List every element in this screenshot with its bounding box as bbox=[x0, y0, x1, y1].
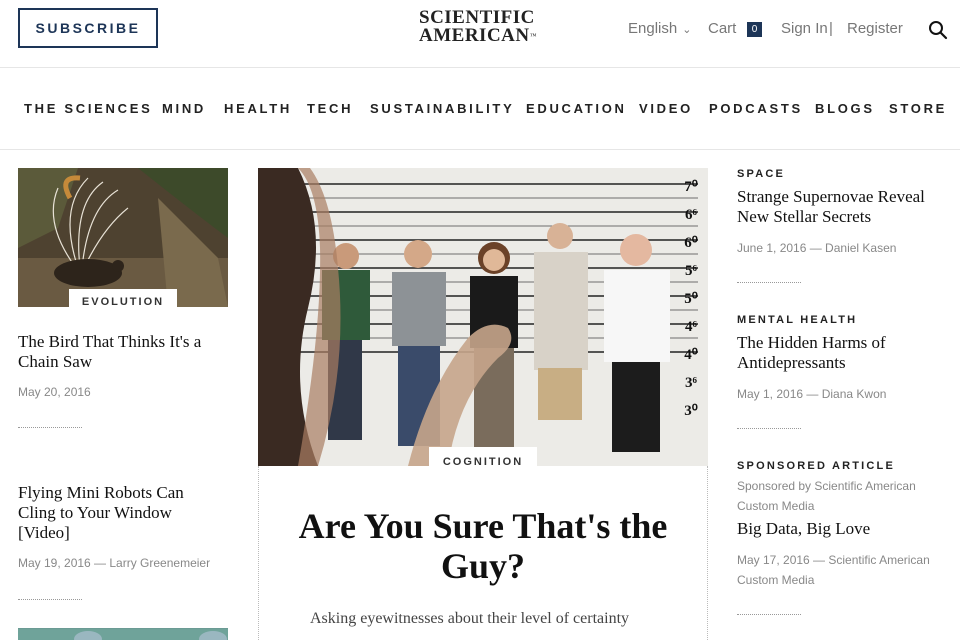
article-title-big-data[interactable]: Big Data, Big Love bbox=[737, 519, 947, 539]
register-link[interactable]: Register bbox=[847, 20, 903, 37]
lineup-image[interactable]: 7⁰ 6⁶ 6⁰ 5⁶ 5⁰ 4⁶ 4⁰ 3⁶ 3⁰ bbox=[258, 168, 708, 466]
nav-video[interactable]: VIDEO bbox=[639, 101, 693, 116]
language-label: English bbox=[628, 20, 678, 37]
search-icon[interactable] bbox=[928, 20, 948, 40]
separator: | bbox=[829, 20, 833, 37]
top-header: SUBSCRIBE SCIENTIFIC AMERICAN™ English ⌄ … bbox=[0, 0, 960, 68]
height-mark: 5⁶ bbox=[685, 263, 697, 279]
divider bbox=[737, 282, 801, 283]
height-mark: 5⁰ bbox=[684, 291, 698, 307]
article-image-partial[interactable] bbox=[18, 628, 228, 640]
height-mark: 6⁶ bbox=[685, 207, 697, 223]
sponsor-note: Sponsored by Scientific American Custom … bbox=[737, 479, 916, 513]
divider bbox=[737, 614, 801, 615]
evolution-tag[interactable]: EVOLUTION bbox=[69, 289, 177, 313]
divider bbox=[18, 599, 82, 600]
height-mark: 3⁰ bbox=[684, 403, 698, 419]
chevron-down-icon: ⌄ bbox=[682, 24, 692, 36]
article-meta-robots: May 19, 2016 — Larry Greenemeier bbox=[18, 556, 211, 570]
article-title-bird[interactable]: The Bird That Thinks It's a Chain Saw bbox=[18, 332, 228, 372]
cart-link[interactable]: Cart bbox=[708, 20, 736, 37]
site-logo[interactable]: SCIENTIFIC AMERICAN™ bbox=[419, 8, 537, 46]
kicker-space[interactable]: SPACE bbox=[737, 168, 785, 180]
lyrebird-image[interactable] bbox=[18, 168, 228, 307]
trademark-mark: ™ bbox=[529, 32, 537, 40]
article-date-bird: May 20, 2016 bbox=[18, 385, 91, 399]
nav-tech[interactable]: TECH bbox=[307, 101, 353, 116]
feature-dek: Asking eyewitnesses about their level of… bbox=[310, 610, 630, 627]
feature-title[interactable]: Are You Sure That's the Guy? bbox=[258, 506, 708, 586]
divider bbox=[737, 428, 801, 429]
article-title-antidepressants[interactable]: The Hidden Harms of Antidepressants bbox=[737, 333, 947, 373]
article-title-robots[interactable]: Flying Mini Robots Can Cling to Your Win… bbox=[18, 483, 218, 543]
nav-mind[interactable]: MIND bbox=[162, 101, 206, 116]
height-mark: 6⁰ bbox=[684, 235, 698, 251]
subscribe-button[interactable]: SUBSCRIBE bbox=[18, 8, 158, 48]
nav-the-sciences[interactable]: THE SCIENCES bbox=[24, 101, 152, 116]
article-meta-supernovae: June 1, 2016 — Daniel Kasen bbox=[737, 241, 897, 255]
article-meta-big-data: May 17, 2016 — Scientific American Custo… bbox=[737, 553, 930, 587]
main-nav: THE SCIENCES MIND HEALTH TECH SUSTAINABI… bbox=[0, 69, 960, 150]
cart-count-badge[interactable]: 0 bbox=[747, 22, 762, 37]
nav-health[interactable]: HEALTH bbox=[224, 101, 292, 116]
nav-education[interactable]: EDUCATION bbox=[526, 101, 627, 116]
nav-blogs[interactable]: BLOGS bbox=[815, 101, 875, 116]
sign-in-link[interactable]: Sign In bbox=[781, 20, 828, 37]
nav-sustainability[interactable]: SUSTAINABILITY bbox=[370, 101, 514, 116]
kicker-sponsored[interactable]: SPONSORED ARTICLE bbox=[737, 460, 895, 472]
nav-store[interactable]: STORE bbox=[889, 101, 947, 116]
kicker-mental-health[interactable]: MENTAL HEALTH bbox=[737, 314, 857, 326]
nav-podcasts[interactable]: PODCASTS bbox=[709, 101, 803, 116]
height-mark: 7⁰ bbox=[684, 179, 698, 195]
logo-line-2: AMERICAN bbox=[419, 25, 530, 46]
height-mark: 4⁰ bbox=[684, 347, 698, 363]
height-mark: 4⁶ bbox=[685, 319, 697, 335]
height-mark: 3⁶ bbox=[685, 375, 697, 391]
article-title-supernovae[interactable]: Strange Supernovae Reveal New Stellar Se… bbox=[737, 187, 947, 227]
language-selector[interactable]: English ⌄ bbox=[628, 20, 691, 37]
article-meta-antidepressants: May 1, 2016 — Diana Kwon bbox=[737, 387, 887, 401]
divider bbox=[18, 427, 82, 428]
